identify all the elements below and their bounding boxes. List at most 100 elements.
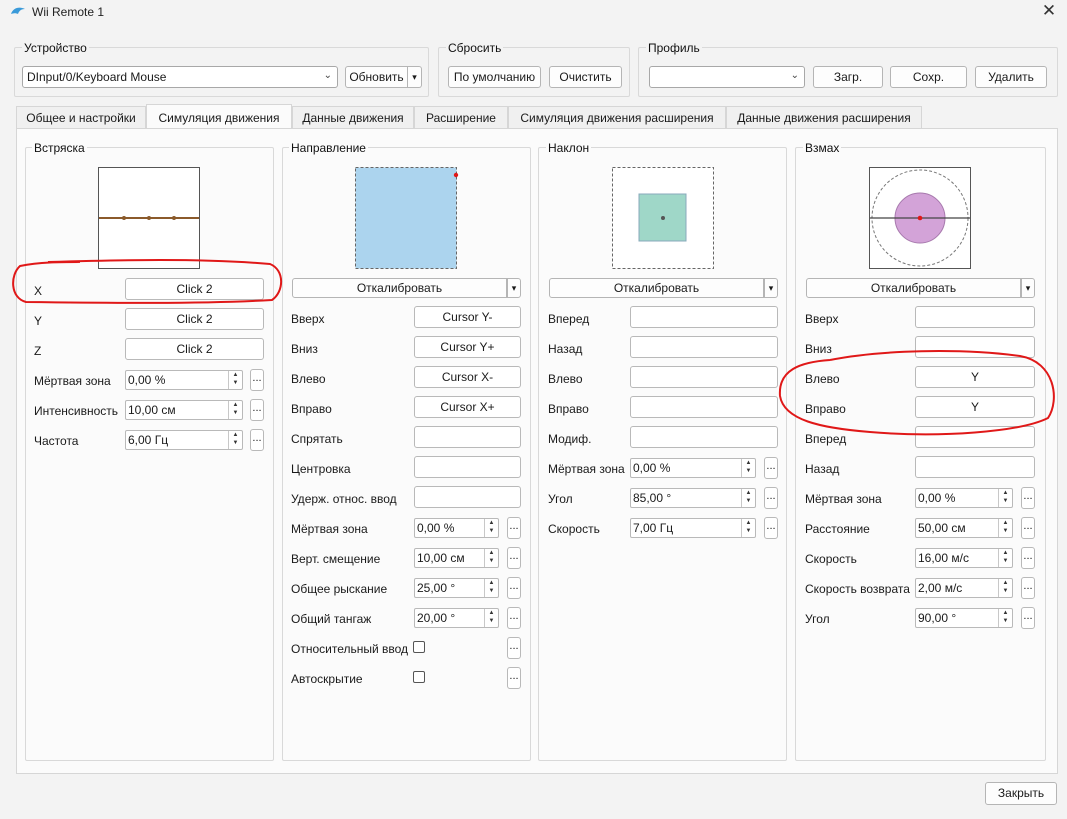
- spin-arrows-icon[interactable]: ▲ ▼: [998, 579, 1012, 597]
- tilt-speed-spinbox[interactable]: 7,00 Гц ▲ ▼: [630, 518, 756, 538]
- swing-return-speed-more-button[interactable]: ...: [1021, 577, 1035, 599]
- spin-value: 10,00 см: [417, 551, 465, 565]
- spin-arrows-icon[interactable]: ▲ ▼: [484, 549, 498, 567]
- save-profile-button[interactable]: Сохр.: [890, 66, 967, 88]
- refresh-dropdown-icon[interactable]: ▾: [408, 66, 422, 88]
- direction-total-pitch-more-button[interactable]: ...: [507, 607, 521, 629]
- swing-angle-more-button[interactable]: ...: [1021, 607, 1035, 629]
- swing-deadzone-spinbox[interactable]: 0,00 % ▲ ▼: [915, 488, 1013, 508]
- direction-relative-input-checkbox[interactable]: [413, 641, 425, 653]
- direction-total-yaw-spinbox[interactable]: 25,00 ° ▲ ▼: [414, 578, 499, 598]
- direction-total-pitch-spinbox[interactable]: 20,00 ° ▲ ▼: [414, 608, 499, 628]
- spin-arrows-icon[interactable]: ▲ ▼: [741, 459, 755, 477]
- spin-arrows-icon[interactable]: ▲ ▼: [998, 519, 1012, 537]
- tilt-speed-more-button[interactable]: ...: [764, 517, 778, 539]
- direction-up-binding[interactable]: Cursor Y-: [414, 306, 521, 328]
- tilt-backward-binding[interactable]: [630, 336, 778, 358]
- tilt-deadzone-spinbox[interactable]: 0,00 % ▲ ▼: [630, 458, 756, 478]
- direction-total-yaw-more-button[interactable]: ...: [507, 577, 521, 599]
- direction-left-binding[interactable]: Cursor X-: [414, 366, 521, 388]
- swing-return-speed-spinbox[interactable]: 2,00 м/с ▲ ▼: [915, 578, 1013, 598]
- close-button[interactable]: Закрыть: [985, 782, 1057, 805]
- close-window-icon[interactable]: ✕: [1039, 1, 1059, 21]
- swing-left-binding[interactable]: Y: [915, 366, 1035, 388]
- spin-arrows-icon[interactable]: ▲ ▼: [484, 609, 498, 627]
- direction-hide-binding[interactable]: [414, 426, 521, 448]
- tab-extension-motion-input[interactable]: Данные движения расширения: [726, 106, 922, 129]
- direction-indicator: [355, 167, 459, 269]
- spin-arrows-icon[interactable]: ▲ ▼: [741, 489, 755, 507]
- device-group-label: Устройство: [22, 41, 89, 55]
- direction-deadzone-spinbox[interactable]: 0,00 % ▲ ▼: [414, 518, 499, 538]
- swing-down-binding[interactable]: [915, 336, 1035, 358]
- swing-angle-spinbox[interactable]: 90,00 ° ▲ ▼: [915, 608, 1013, 628]
- swing-backward-binding[interactable]: [915, 456, 1035, 478]
- spin-arrows-icon[interactable]: ▲ ▼: [484, 579, 498, 597]
- default-button[interactable]: По умолчанию: [448, 66, 541, 88]
- spin-value: 16,00 м/с: [918, 551, 969, 565]
- tilt-deadzone-more-button[interactable]: ...: [764, 457, 778, 479]
- direction-calibrate-dropdown-icon[interactable]: ▾: [507, 278, 521, 298]
- tilt-modifier-binding[interactable]: [630, 426, 778, 448]
- swing-speed-spinbox[interactable]: 16,00 м/с ▲ ▼: [915, 548, 1013, 568]
- spin-arrows-icon[interactable]: ▲ ▼: [998, 609, 1012, 627]
- swing-right-binding[interactable]: Y: [915, 396, 1035, 418]
- direction-down-binding[interactable]: Cursor Y+: [414, 336, 521, 358]
- direction-autohide-checkbox[interactable]: [413, 671, 425, 683]
- spin-arrows-icon[interactable]: ▲ ▼: [998, 489, 1012, 507]
- direction-vertical-offset-spinbox[interactable]: 10,00 см ▲ ▼: [414, 548, 499, 568]
- direction-calibrate-button[interactable]: Откалибровать: [292, 278, 507, 298]
- tilt-forward-binding[interactable]: [630, 306, 778, 328]
- spin-arrows-icon[interactable]: ▲ ▼: [998, 549, 1012, 567]
- spin-arrows-icon[interactable]: ▲ ▼: [228, 431, 242, 449]
- shake-group-label: Встряска: [32, 141, 87, 155]
- shake-frequency-spinbox[interactable]: 6,00 Гц ▲ ▼: [125, 430, 243, 450]
- spin-arrows-icon[interactable]: ▲ ▼: [228, 371, 242, 389]
- clear-button[interactable]: Очистить: [549, 66, 622, 88]
- swing-forward-binding[interactable]: [915, 426, 1035, 448]
- swing-up-binding[interactable]: [915, 306, 1035, 328]
- tab-general[interactable]: Общее и настройки: [16, 106, 146, 129]
- chevron-down-icon: ⌄: [790, 70, 799, 81]
- tab-extension[interactable]: Расширение: [414, 106, 508, 129]
- direction-hold-relative-binding[interactable]: [414, 486, 521, 508]
- device-select[interactable]: DInput/0/Keyboard Mouse ⌄: [22, 66, 338, 88]
- shake-frequency-more-button[interactable]: ...: [250, 429, 264, 451]
- refresh-button[interactable]: Обновить: [345, 66, 408, 88]
- tilt-angle-more-button[interactable]: ...: [764, 487, 778, 509]
- spin-arrows-icon[interactable]: ▲ ▼: [484, 519, 498, 537]
- load-profile-button[interactable]: Загр.: [813, 66, 883, 88]
- swing-calibrate-button[interactable]: Откалибровать: [806, 278, 1021, 298]
- spin-arrows-icon[interactable]: ▲ ▼: [228, 401, 242, 419]
- direction-autohide-more-button[interactable]: ...: [507, 667, 521, 689]
- shake-y-binding[interactable]: Click 2: [125, 308, 264, 330]
- direction-deadzone-more-button[interactable]: ...: [507, 517, 521, 539]
- shake-intensity-more-button[interactable]: ...: [250, 399, 264, 421]
- swing-speed-more-button[interactable]: ...: [1021, 547, 1035, 569]
- shake-deadzone-spinbox[interactable]: 0,00 % ▲ ▼: [125, 370, 243, 390]
- tab-motion-input[interactable]: Данные движения: [292, 106, 414, 129]
- shake-intensity-spinbox[interactable]: 10,00 см ▲ ▼: [125, 400, 243, 420]
- tilt-left-binding[interactable]: [630, 366, 778, 388]
- tilt-angle-spinbox[interactable]: 85,00 ° ▲ ▼: [630, 488, 756, 508]
- shake-z-binding[interactable]: Click 2: [125, 338, 264, 360]
- direction-right-binding[interactable]: Cursor X+: [414, 396, 521, 418]
- tilt-calibrate-dropdown-icon[interactable]: ▾: [764, 278, 778, 298]
- profile-select[interactable]: ⌄: [649, 66, 805, 88]
- tilt-calibrate-button[interactable]: Откалибровать: [549, 278, 764, 298]
- swing-distance-more-button[interactable]: ...: [1021, 517, 1035, 539]
- delete-profile-button[interactable]: Удалить: [975, 66, 1047, 88]
- tab-motion-simulation[interactable]: Симуляция движения: [146, 104, 292, 129]
- tilt-right-binding[interactable]: [630, 396, 778, 418]
- direction-vertical-offset-more-button[interactable]: ...: [507, 547, 521, 569]
- shake-x-binding[interactable]: Click 2: [125, 278, 264, 300]
- swing-deadzone-more-button[interactable]: ...: [1021, 487, 1035, 509]
- swing-calibrate-dropdown-icon[interactable]: ▾: [1021, 278, 1035, 298]
- spin-arrows-icon[interactable]: ▲ ▼: [741, 519, 755, 537]
- swing-up-label: Вверх: [805, 312, 839, 326]
- swing-distance-spinbox[interactable]: 50,00 см ▲ ▼: [915, 518, 1013, 538]
- tab-extension-motion-simulation[interactable]: Симуляция движения расширения: [508, 106, 726, 129]
- shake-deadzone-more-button[interactable]: ...: [250, 369, 264, 391]
- direction-center-binding[interactable]: [414, 456, 521, 478]
- direction-relative-input-more-button[interactable]: ...: [507, 637, 521, 659]
